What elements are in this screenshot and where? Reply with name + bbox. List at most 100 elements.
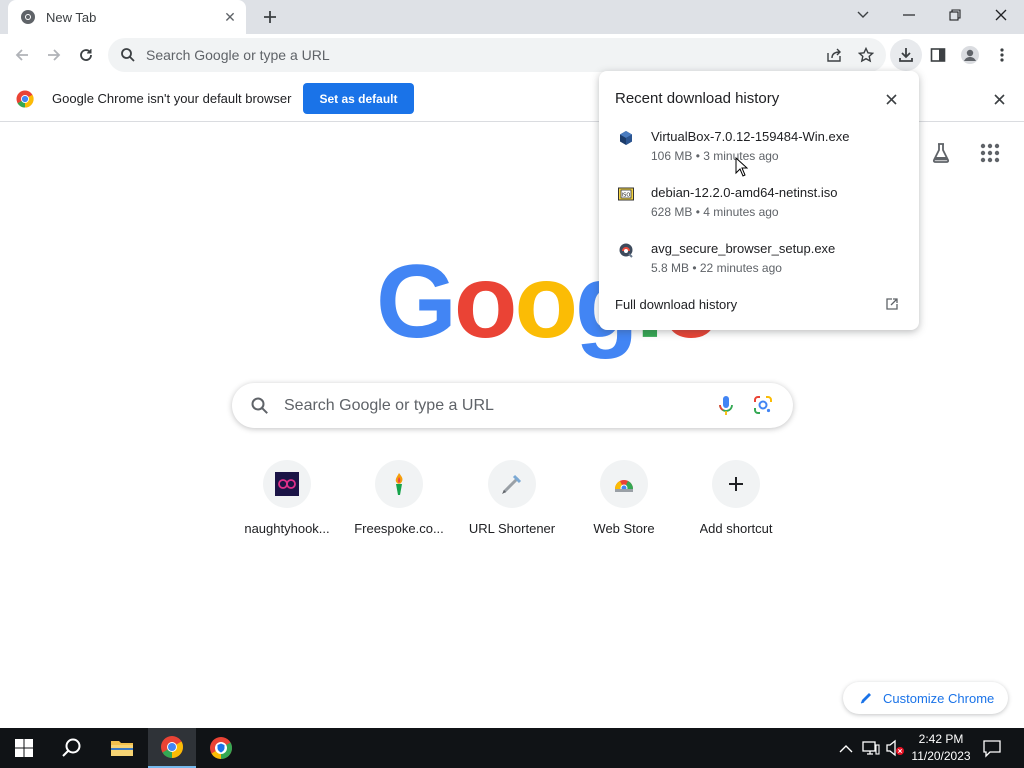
search-icon [62, 738, 81, 757]
forward-button[interactable] [38, 39, 70, 71]
side-panel-button[interactable] [922, 39, 954, 71]
profile-icon [961, 46, 979, 64]
menu-icon [1000, 48, 1004, 62]
ntp-search-input[interactable] [284, 396, 704, 415]
clock-date: 11/20/2023 [911, 749, 971, 763]
taskbar-search-button[interactable] [48, 728, 96, 768]
volume-muted-icon [886, 739, 904, 757]
pencil-icon [860, 693, 871, 704]
download-status: 5.8 MB • 22 minutes ago [651, 261, 782, 275]
logo-letter: o [453, 244, 518, 360]
downloads-close-button[interactable] [881, 89, 901, 109]
set-as-default-button[interactable]: Set as default [303, 83, 414, 114]
avg-browser-taskbar-button[interactable] [197, 728, 245, 768]
logo-letter: G [376, 244, 457, 360]
new-tab-button[interactable] [258, 6, 282, 28]
download-icon [899, 48, 913, 62]
microphone-icon [719, 396, 733, 415]
freespoke-torch-icon [375, 460, 423, 508]
chrome-icon [20, 9, 36, 25]
download-item[interactable]: VirtualBox-7.0.12-159484-Win.exe 106 MB … [599, 126, 919, 176]
infobar-close-button[interactable] [990, 90, 1008, 108]
notification-icon [983, 740, 1001, 758]
network-button[interactable] [862, 739, 880, 762]
labs-button[interactable] [929, 141, 953, 165]
open-in-new-icon [885, 297, 899, 311]
apps-button[interactable] [980, 143, 1000, 163]
share-button[interactable] [818, 39, 850, 71]
download-filename: VirtualBox-7.0.12-159484-Win.exe [651, 129, 850, 144]
tab-new-tab[interactable]: New Tab ✕ [8, 0, 246, 34]
back-button[interactable] [6, 39, 38, 71]
download-item[interactable]: ISO debian-12.2.0-amd64-netinst.iso 628 … [599, 182, 919, 232]
side-panel-icon [930, 48, 946, 62]
shortcut-tile[interactable]: Web Store [568, 460, 680, 536]
minimize-button[interactable] [886, 0, 932, 30]
infobar-message: Google Chrome isn't your default browser [52, 91, 292, 106]
file-explorer-button[interactable] [98, 728, 146, 768]
taskbar-clock[interactable]: 2:42 PM 11/20/2023 [906, 731, 976, 765]
bookmark-button[interactable] [850, 39, 882, 71]
iso-file-icon: ISO [618, 186, 634, 202]
show-hidden-icons-button[interactable] [839, 741, 853, 759]
chrome-icon [161, 736, 183, 758]
network-icon [862, 741, 880, 755]
shortcut-tile[interactable]: naughtyhook... [231, 460, 343, 536]
search-icon [251, 397, 268, 414]
chevron-down-icon [857, 11, 869, 18]
google-lens-icon [754, 396, 772, 414]
downloads-bubble: Recent download history VirtualBox-7.0.1… [599, 71, 919, 330]
ntp-search-box[interactable] [232, 383, 793, 428]
full-download-history-link[interactable]: Full download history [615, 297, 737, 312]
omnibox[interactable] [108, 38, 886, 72]
tab-close-button[interactable]: ✕ [220, 7, 240, 27]
download-status: 106 MB • 3 minutes ago [651, 149, 779, 163]
reload-button[interactable] [70, 39, 102, 71]
downloads-title: Recent download history [615, 90, 780, 107]
shortcut-label: Add shortcut [699, 521, 773, 536]
url-shortener-icon [488, 460, 536, 508]
search-icon [121, 48, 135, 62]
reload-icon [80, 49, 92, 61]
start-button[interactable] [0, 728, 48, 768]
restore-icon [949, 9, 961, 21]
notifications-button[interactable] [982, 738, 1002, 763]
web-store-icon [600, 460, 648, 508]
avg-setup-icon [618, 242, 634, 258]
windows-start-icon [15, 739, 33, 757]
mouse-cursor [735, 156, 749, 182]
customize-chrome-button[interactable]: Customize Chrome [843, 682, 1008, 714]
lens-search-button[interactable] [753, 395, 773, 420]
download-item[interactable]: avg_secure_browser_setup.exe 5.8 MB • 22… [599, 238, 919, 288]
restore-button[interactable] [932, 0, 978, 30]
profile-button[interactable] [954, 39, 986, 71]
voice-search-button[interactable] [718, 395, 734, 422]
plus-icon [264, 11, 276, 23]
chrome-logo-icon [16, 90, 34, 108]
bookmark-star-icon [858, 47, 874, 63]
add-shortcut-button[interactable]: Add shortcut [680, 460, 792, 536]
chrome-taskbar-button[interactable] [148, 728, 196, 768]
menu-button[interactable] [986, 39, 1018, 71]
chevron-up-icon [839, 745, 853, 753]
shortcut-tile[interactable]: Freespoke.co... [343, 460, 455, 536]
naughtyhook-icon [263, 460, 311, 508]
taskbar: 2:42 PM 11/20/2023 [0, 728, 1024, 768]
forward-icon [48, 49, 61, 61]
shortcut-label: URL Shortener [468, 521, 556, 536]
customize-label: Customize Chrome [883, 690, 995, 706]
tab-title: New Tab [46, 9, 97, 25]
flask-icon [932, 143, 950, 163]
shortcut-label: Web Store [593, 521, 655, 536]
apps-grid-icon [980, 143, 1000, 163]
folder-icon [111, 741, 133, 756]
shortcut-label: Freespoke.co... [354, 521, 444, 536]
downloads-button[interactable] [890, 39, 922, 71]
toolbar [0, 34, 1024, 76]
omnibox-input[interactable] [146, 47, 786, 63]
close-window-button[interactable] [978, 0, 1024, 30]
plus-icon [712, 460, 760, 508]
tab-search-button[interactable] [840, 0, 886, 30]
volume-button[interactable] [885, 739, 905, 762]
shortcut-tile[interactable]: URL Shortener [456, 460, 568, 536]
